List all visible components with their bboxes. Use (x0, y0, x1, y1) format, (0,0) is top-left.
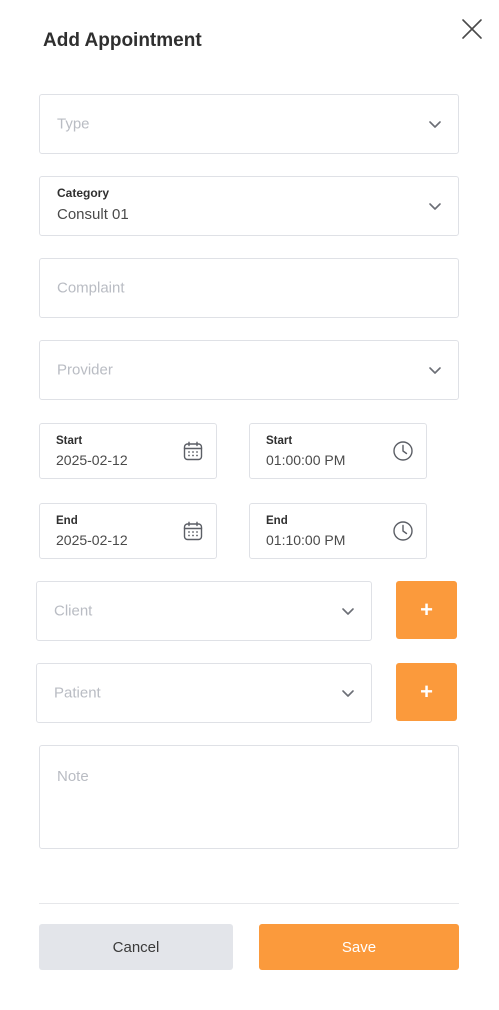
start-time-field[interactable]: Start 01:00:00 PM (249, 423, 427, 479)
chevron-down-icon (341, 686, 355, 700)
start-date-value: 2025-02-12 (56, 452, 128, 468)
close-icon[interactable] (459, 16, 485, 42)
note-placeholder: Note (57, 768, 89, 785)
start-date-field[interactable]: Start 2025-02-12 (39, 423, 217, 479)
category-value: Consult 01 (57, 206, 129, 223)
provider-placeholder: Provider (57, 361, 113, 379)
calendar-icon[interactable] (182, 520, 204, 542)
category-select[interactable]: Category Consult 01 (39, 176, 459, 236)
end-time-label: End (266, 515, 288, 527)
complaint-input[interactable]: Complaint (39, 258, 459, 318)
client-select[interactable]: Client (36, 581, 372, 641)
chevron-down-icon (428, 117, 442, 131)
save-button[interactable]: Save (259, 924, 459, 970)
provider-select[interactable]: Provider (39, 340, 459, 400)
note-textarea[interactable]: Note (39, 745, 459, 849)
category-label: Category (57, 186, 110, 200)
add-appointment-dialog: Add Appointment Type Category Consult 01… (0, 0, 499, 1010)
end-time-field[interactable]: End 01:10:00 PM (249, 503, 427, 559)
clock-icon[interactable] (392, 520, 414, 542)
chevron-down-icon (428, 363, 442, 377)
patient-select[interactable]: Patient (36, 663, 372, 723)
chevron-down-icon (428, 199, 442, 213)
footer-divider (39, 903, 459, 904)
add-client-button[interactable]: + (396, 581, 457, 639)
dialog-title: Add Appointment (43, 30, 202, 51)
client-placeholder: Client (54, 602, 93, 620)
end-time-value: 01:10:00 PM (266, 532, 346, 548)
type-select[interactable]: Type (39, 94, 459, 154)
cancel-button[interactable]: Cancel (39, 924, 233, 970)
add-patient-button[interactable]: + (396, 663, 457, 721)
type-placeholder: Type (57, 115, 90, 133)
end-date-label: End (56, 515, 78, 527)
chevron-down-icon (341, 604, 355, 618)
complaint-placeholder: Complaint (57, 279, 125, 297)
end-date-field[interactable]: End 2025-02-12 (39, 503, 217, 559)
patient-placeholder: Patient (54, 684, 101, 702)
start-date-label: Start (56, 435, 83, 447)
clock-icon[interactable] (392, 440, 414, 462)
end-date-value: 2025-02-12 (56, 532, 128, 548)
start-time-label: Start (266, 435, 293, 447)
start-time-value: 01:00:00 PM (266, 452, 346, 468)
calendar-icon[interactable] (182, 440, 204, 462)
